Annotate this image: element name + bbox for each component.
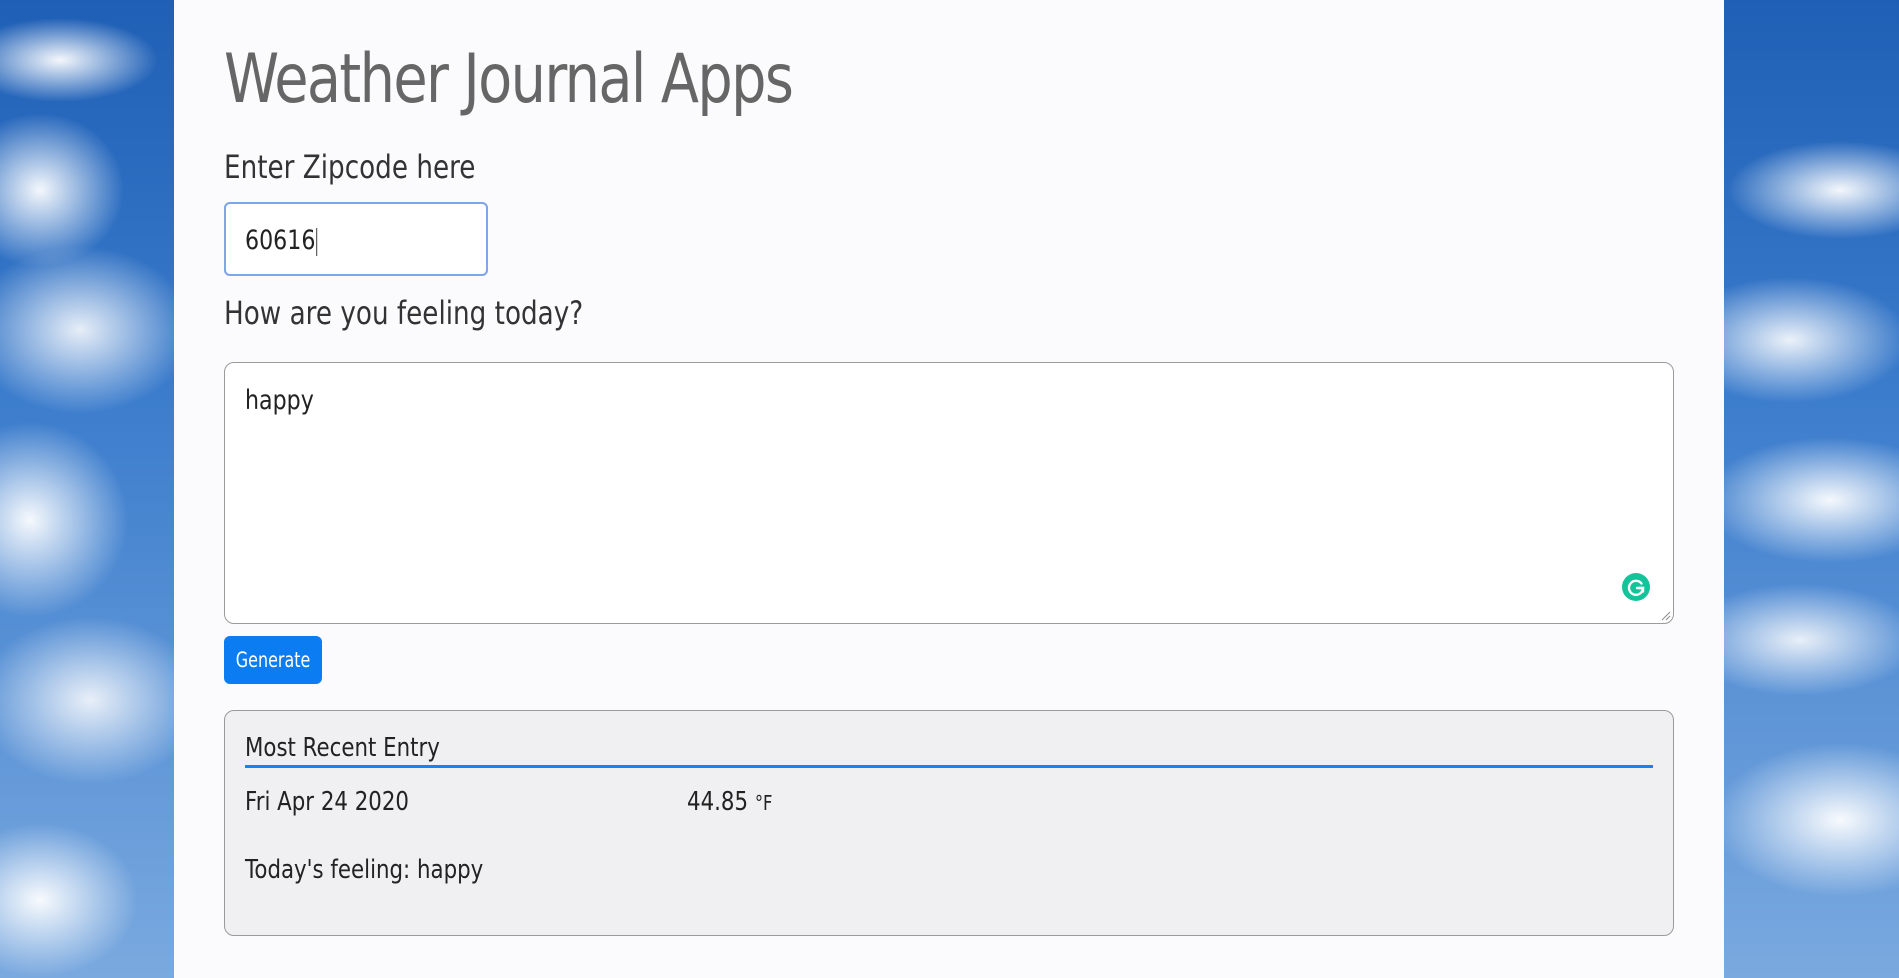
feelings-textarea[interactable]: happy [224, 362, 1674, 624]
resize-handle-icon[interactable] [1661, 611, 1671, 621]
generate-button[interactable]: Generate [224, 636, 322, 684]
page-title: Weather Journal Apps [224, 40, 794, 119]
recent-entry-panel: Most Recent Entry Fri Apr 24 2020 44.85 … [224, 710, 1674, 936]
entry-temp-value: 44.85 [687, 787, 749, 817]
feelings-label: How are you feeling today? [224, 294, 584, 332]
entry-temperature: 44.85 °F [687, 787, 772, 817]
grammarly-icon[interactable] [1622, 573, 1650, 601]
feelings-value: happy [245, 385, 314, 416]
zip-input[interactable]: 60616 [224, 202, 488, 276]
main-container: Weather Journal Apps Enter Zipcode here … [174, 0, 1724, 978]
entry-date: Fri Apr 24 2020 [245, 787, 410, 817]
text-caret [316, 227, 318, 256]
generate-label: Generate [235, 648, 311, 672]
zip-value: 60616 [245, 225, 318, 256]
entry-divider [245, 765, 1653, 768]
entry-content: Today's feeling: happy [245, 855, 484, 885]
entry-heading: Most Recent Entry [245, 733, 440, 763]
entry-temp-unit: °F [754, 791, 773, 815]
zip-label: Enter Zipcode here [224, 148, 476, 186]
zip-value-text: 60616 [245, 225, 316, 256]
